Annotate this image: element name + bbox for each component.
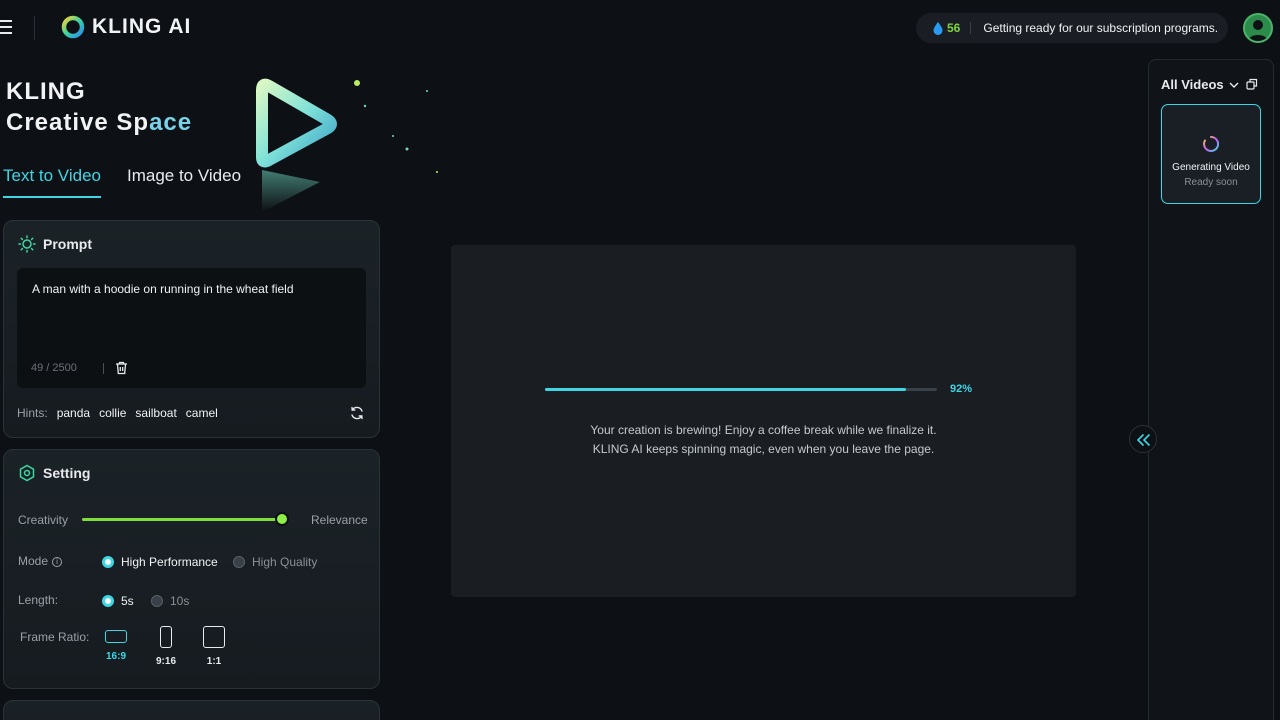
- popout-icon[interactable]: [1246, 78, 1258, 90]
- next-card: [3, 700, 380, 720]
- hint-collie[interactable]: collie: [99, 406, 126, 420]
- tab-text-to-video[interactable]: Text to Video: [3, 166, 101, 198]
- generating-subtitle: Ready soon: [1184, 177, 1238, 188]
- hints-label: Hints:: [17, 406, 48, 420]
- double-chevron-left-icon: [1136, 434, 1150, 446]
- notice-text: Getting ready for our subscription progr…: [983, 21, 1219, 35]
- divider: [34, 16, 35, 40]
- page-title: KLING Creative Space: [6, 76, 192, 138]
- tab-image-to-video[interactable]: Image to Video: [127, 166, 241, 198]
- frame-ratio-label: Frame Ratio:: [20, 630, 90, 644]
- brewing-line-2: KLING AI keeps spinning magic, even when…: [592, 442, 935, 456]
- prompt-card: Prompt A man with a hoodie on running in…: [3, 220, 380, 438]
- ratio-9-16[interactable]: 9:16: [154, 626, 178, 667]
- subscription-notice[interactable]: 56 Getting ready for our subscription pr…: [916, 13, 1228, 43]
- menu-icon[interactable]: [0, 20, 14, 34]
- ratio-wide-icon: [105, 630, 127, 643]
- length-option-label: 10s: [170, 594, 190, 608]
- progress-bar: [545, 388, 937, 391]
- videos-panel: All Videos Generating Video Ready soon: [1148, 59, 1274, 720]
- ratio-label: 1:1: [206, 656, 222, 667]
- hint-sailboat[interactable]: sailboat: [135, 406, 176, 420]
- length-label: Length:: [18, 593, 59, 607]
- ratio-1-1[interactable]: 1:1: [202, 626, 226, 667]
- generating-title: Generating Video: [1172, 162, 1250, 173]
- kling-logo-icon: [61, 15, 85, 39]
- radio-dot: [151, 595, 163, 607]
- progress-percent: 92%: [950, 383, 973, 395]
- ratio-label: 9:16: [155, 656, 176, 667]
- brewing-line-1: Your creation is brewing! Enjoy a coffee…: [590, 423, 937, 437]
- mode-high-performance[interactable]: High Performance: [102, 555, 218, 569]
- generation-preview: 92% Your creation is brewing! Enjoy a co…: [451, 245, 1076, 597]
- setting-card: Setting Creativity Relevance Mode i High …: [3, 449, 380, 689]
- credit-count: 56: [947, 21, 961, 35]
- play-logo-art: [256, 78, 438, 212]
- setting-title: Setting: [43, 465, 91, 481]
- mode-option-label: High Quality: [252, 555, 318, 569]
- title-line-1: KLING: [6, 78, 86, 105]
- hint-camel[interactable]: camel: [186, 406, 218, 420]
- divider: [103, 363, 104, 374]
- relevance-label: Relevance: [311, 513, 368, 527]
- radio-dot: [102, 556, 114, 568]
- ratio-square-icon: [203, 626, 225, 648]
- prompt-title: Prompt: [43, 236, 92, 252]
- radio-dot: [102, 595, 114, 607]
- creativity-slider-track[interactable]: [82, 518, 282, 521]
- sun-icon: [18, 235, 36, 253]
- all-videos-dropdown[interactable]: All Videos: [1161, 77, 1240, 92]
- length-5s[interactable]: 5s: [102, 594, 134, 608]
- length-option-label: 5s: [121, 594, 134, 608]
- top-bar: KLING AI 56 Getting ready for our subscr…: [0, 0, 1280, 56]
- setting-header: Setting: [18, 464, 90, 482]
- mode-option-label: High Performance: [121, 555, 218, 569]
- title-part: Creative Sp: [6, 109, 150, 136]
- kling-logo[interactable]: KLING AI: [60, 14, 191, 40]
- hint-panda[interactable]: panda: [57, 406, 90, 420]
- logo-text: KLING AI: [92, 15, 192, 38]
- creativity-label: Creativity: [18, 513, 69, 527]
- user-avatar[interactable]: [1243, 13, 1273, 43]
- hints-row: Hints: panda collie sailboat camel: [17, 406, 218, 420]
- user-icon: [1248, 20, 1268, 41]
- hexagon-gear-icon: [19, 464, 35, 482]
- credit-drop-icon: [933, 22, 943, 35]
- collapse-panel-button[interactable]: [1129, 425, 1157, 453]
- chevron-down-icon: [1229, 82, 1239, 88]
- refresh-icon[interactable]: [349, 405, 365, 421]
- all-videos-label: All Videos: [1161, 77, 1224, 92]
- ratio-tall-icon: [160, 626, 172, 648]
- mode-tabs: Text to Video Image to Video: [3, 166, 241, 198]
- mode-label-text: Mode: [18, 554, 49, 568]
- brewing-message: Your creation is brewing! Enjoy a coffee…: [451, 421, 1076, 459]
- loading-spinner-icon: [1203, 135, 1220, 152]
- ratio-label: 16:9: [105, 651, 126, 662]
- mode-high-quality[interactable]: High Quality: [233, 555, 317, 569]
- ratio-16-9[interactable]: 16:9: [104, 630, 128, 662]
- title-accent: ace: [149, 109, 193, 136]
- char-counter: 49 / 2500: [31, 362, 77, 374]
- info-icon[interactable]: i: [52, 556, 63, 567]
- creativity-slider-handle[interactable]: [275, 512, 289, 526]
- length-10s[interactable]: 10s: [151, 594, 189, 608]
- divider: [970, 22, 972, 34]
- mode-label: Mode i: [18, 554, 63, 568]
- radio-dot: [233, 556, 245, 568]
- prompt-text[interactable]: A man with a hoodie on running in the wh…: [32, 282, 352, 296]
- prompt-header: Prompt: [18, 235, 92, 253]
- generating-video-card[interactable]: Generating Video Ready soon: [1161, 104, 1261, 204]
- progress-fill: [545, 388, 906, 391]
- trash-icon[interactable]: [115, 361, 128, 375]
- prompt-textarea[interactable]: A man with a hoodie on running in the wh…: [17, 268, 366, 388]
- title-line-2: Creative Space: [6, 107, 192, 138]
